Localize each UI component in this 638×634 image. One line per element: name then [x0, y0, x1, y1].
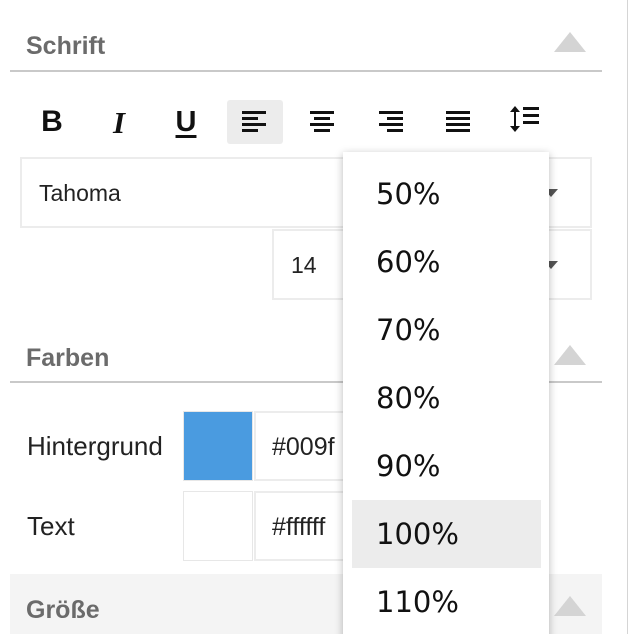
align-right-button[interactable] — [362, 100, 418, 144]
italic-icon: I — [112, 104, 126, 140]
bold-button[interactable]: B — [24, 100, 80, 144]
section-title-font: Schrift — [26, 32, 106, 60]
bold-icon: B — [41, 105, 63, 138]
align-center-icon — [310, 111, 334, 132]
section-header-font[interactable]: Schrift — [10, 20, 602, 72]
line-height-icon — [510, 106, 539, 132]
zoom-option[interactable]: 110% — [352, 568, 541, 634]
section-title-colors: Farben — [26, 344, 110, 372]
background-color-hex-value: #009f — [272, 433, 335, 461]
align-left-button[interactable] — [227, 100, 283, 144]
collapse-up-icon[interactable] — [554, 345, 586, 365]
zoom-option[interactable]: 60% — [352, 228, 541, 296]
zoom-option[interactable]: 50% — [352, 160, 541, 228]
zoom-option-selected[interactable]: 100% — [352, 500, 541, 568]
text-color-hex-value: #ffffff — [272, 513, 326, 541]
underline-icon: U — [175, 105, 197, 138]
text-color-label: Text — [27, 511, 75, 541]
zoom-option[interactable]: 80% — [352, 364, 541, 432]
collapse-up-icon[interactable] — [554, 32, 586, 52]
format-panel: Schrift B I U Tahoma 14 Farben Hintergru… — [0, 0, 638, 634]
background-color-label: Hintergrund — [27, 431, 163, 461]
zoom-dropdown-menu: 50% 60% 70% 80% 90% 100% 110% — [343, 152, 549, 634]
collapse-up-icon[interactable] — [554, 596, 586, 616]
line-height-button[interactable] — [497, 97, 553, 141]
align-center-button[interactable] — [294, 100, 350, 144]
font-size-value: 14 — [291, 252, 317, 278]
underline-button[interactable]: U — [158, 100, 214, 144]
font-family-value: Tahoma — [39, 180, 121, 206]
align-right-icon — [379, 111, 403, 132]
text-color-swatch[interactable] — [183, 491, 253, 561]
background-color-swatch[interactable] — [183, 411, 253, 481]
align-justify-icon — [446, 111, 470, 132]
zoom-option[interactable]: 90% — [352, 432, 541, 500]
align-justify-button[interactable] — [430, 100, 486, 144]
text-color-hex-input[interactable]: #ffffff — [254, 491, 354, 561]
italic-button[interactable]: I — [91, 100, 147, 144]
panel-border — [627, 0, 638, 634]
background-color-hex-input[interactable]: #009f — [254, 411, 354, 481]
zoom-option[interactable]: 70% — [352, 296, 541, 364]
align-left-icon — [242, 111, 266, 132]
section-title-size: Größe — [26, 596, 100, 624]
